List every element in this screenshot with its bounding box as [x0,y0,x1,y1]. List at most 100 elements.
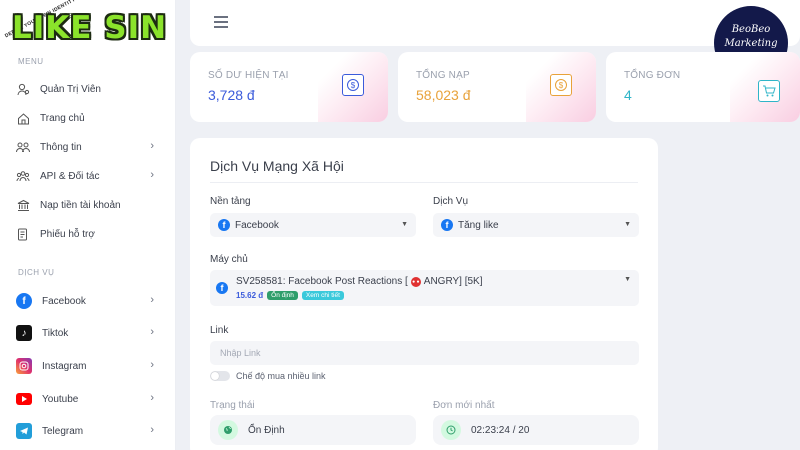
chevron-right-icon: › [150,424,154,436]
facebook-icon: f [16,293,32,309]
stable-badge: Ổn định [267,291,298,300]
admin-user-icon [16,82,30,96]
menu-section-title: MENU [18,57,44,66]
sidebar-item-label: Telegram [42,425,84,437]
divider [210,182,638,183]
svg-text:$: $ [351,81,356,90]
logo-text: LIKE SIN [12,10,168,46]
server-select-value: SV258581: Facebook Post Reactions [ ● ● … [236,276,483,287]
server-label: Máy chủ [210,254,248,265]
chevron-right-icon: › [150,326,154,338]
badge-line-1: BeoBeo [731,24,771,35]
multi-link-toggle[interactable] [210,371,230,381]
latest-order-label: Đơn mới nhất [433,400,495,411]
sidebar-item-tiktok[interactable]: ♪ Tiktok › [16,322,160,344]
sidebar-item-label: Youtube [42,393,79,405]
stat-label: SỐ DƯ HIỆN TẠI [208,70,289,81]
sidebar-item-facebook[interactable]: f Facebook › [16,290,160,312]
stat-value: 58,023 đ [416,87,471,103]
sidebar-item-label: Phiếu hỗ trợ [40,228,95,240]
sidebar-item-instagram[interactable]: Instagram › [16,355,160,377]
tiktok-icon: ♪ [16,325,32,341]
sidebar-item-telegram[interactable]: Telegram › [16,420,160,442]
status-display: Ổn Định [210,415,416,445]
stat-card-total-deposit: TỔNG NẠP 58,023 đ $ [398,52,596,122]
facebook-icon: f [216,282,228,294]
badge-line-2: Marketing [724,38,778,49]
status-label: Trạng thái [210,400,255,411]
sidebar-item-info[interactable]: Thông tin › [16,136,160,158]
sidebar-item-label: Trang chủ [40,112,85,124]
sidebar-item-label: Facebook [42,295,86,307]
latest-order-value: 02:23:24 / 20 [471,424,530,436]
instagram-icon [16,358,32,374]
sidebar-item-label: API & Đối tác [40,170,100,182]
server-meta: 15.62 đ Ổn định Xem chi tiết [236,291,348,300]
globe-icon [218,420,238,440]
platform-label: Nền tảng [210,196,251,207]
multi-link-label: Chế độ mua nhiều link [236,371,326,381]
stat-label: TỔNG NẠP [416,70,470,81]
service-select-value: Tăng like [458,219,499,231]
chevron-right-icon: › [150,359,154,371]
clock-icon [441,420,461,440]
caret-down-icon: ▼ [624,221,631,228]
brand-logo[interactable]: DEFINE YOUR OWN IDENTITY LIKE SIN [4,0,170,50]
sidebar-item-deposit[interactable]: Nạp tiền tài khoản [16,194,160,216]
hamburger-menu-icon[interactable] [214,16,228,28]
dollar-icon: $ [550,74,572,96]
sidebar-item-label: Quản Trị Viên [40,83,101,95]
chevron-right-icon: › [150,392,154,404]
stat-card-total-orders: TỔNG ĐƠN 4 [606,52,800,122]
bank-icon [16,198,30,212]
link-input[interactable]: Nhập Link [210,341,639,365]
top-bar [190,0,800,46]
facebook-icon: f [441,219,453,231]
form-title: Dịch Vụ Mạng Xã Hội [210,158,344,174]
sidebar: DEFINE YOUR OWN IDENTITY LIKE SIN MENU Q… [0,0,176,450]
sidebar-item-label: Instagram [42,360,87,372]
status-value: Ổn Định [248,424,285,436]
link-input-placeholder: Nhập Link [220,348,261,358]
server-price: 15.62 đ [236,291,264,300]
platform-select-value: Facebook [235,219,279,231]
stat-value: 4 [624,87,632,103]
ticket-icon [16,227,30,241]
users-icon [16,140,30,154]
youtube-icon [16,393,32,405]
sidebar-item-label: Nạp tiền tài khoản [40,199,121,211]
chevron-right-icon: › [150,294,154,306]
sidebar-item-api-partners[interactable]: API & Đối tác › [16,165,160,187]
svg-text:$: $ [559,81,564,90]
link-label: Link [210,325,229,336]
detail-badge[interactable]: Xem chi tiết [301,291,344,300]
sidebar-item-youtube[interactable]: Youtube › [16,388,160,410]
partners-icon [16,169,30,183]
stat-value: 3,728 đ [208,87,255,103]
server-name-suffix: ANGRY] [5K] [423,276,483,287]
service-select[interactable]: f Tăng like ▼ [433,213,639,237]
dollar-icon: $ [342,74,364,96]
stat-card-balance: SỐ DƯ HIỆN TẠI 3,728 đ $ [190,52,388,122]
server-name-prefix: SV258581: Facebook Post Reactions [ [236,276,408,287]
cart-icon [758,80,780,102]
sidebar-item-home[interactable]: Trang chủ [16,107,160,129]
angry-reaction-icon: ● ● [410,276,421,287]
server-select[interactable]: f SV258581: Facebook Post Reactions [ ● … [210,270,639,306]
sidebar-item-label: Thông tin [40,141,82,153]
sidebar-item-support-ticket[interactable]: Phiếu hỗ trợ [16,223,160,245]
chevron-right-icon: › [150,169,154,181]
home-icon [16,111,30,125]
service-section-title: DỊCH VỤ [18,268,55,277]
facebook-icon: f [218,219,230,231]
sidebar-item-label: Tiktok [42,327,69,339]
stat-label: TỔNG ĐƠN [624,70,681,81]
sidebar-item-admin[interactable]: Quản Trị Viên [16,78,160,100]
chevron-right-icon: › [150,140,154,152]
social-service-form: Dịch Vụ Mạng Xã Hội Nền tảng f Facebook … [190,138,658,450]
platform-select[interactable]: f Facebook ▼ [210,213,416,237]
caret-down-icon: ▼ [401,221,408,228]
service-label: Dịch Vụ [433,196,469,207]
latest-order-display: 02:23:24 / 20 [433,415,639,445]
telegram-icon [16,423,32,439]
